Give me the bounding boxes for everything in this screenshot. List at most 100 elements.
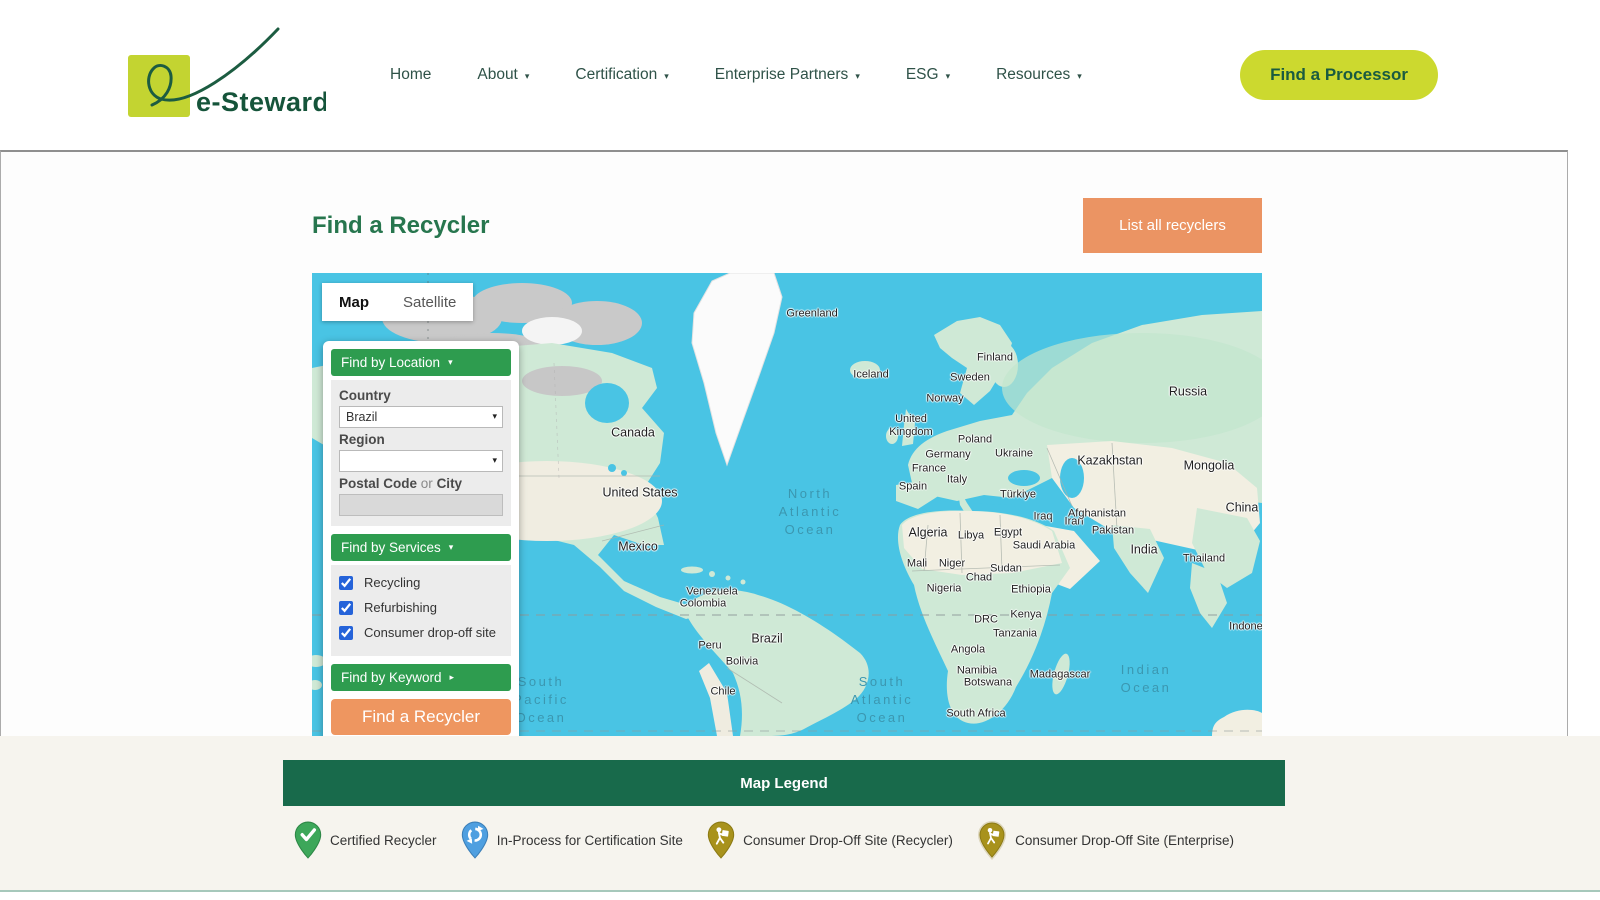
- gold-person-pin-icon: [707, 821, 735, 859]
- footer-divider: [0, 890, 1600, 892]
- find-by-location-toggle[interactable]: Find by Location ▾: [331, 349, 511, 376]
- country-select-value: Brazil: [346, 410, 377, 424]
- service-row-recycling: Recycling: [339, 571, 503, 594]
- map-label-t-rkiye: Türkiye: [1000, 489, 1036, 502]
- page-title: Find a Recycler: [312, 212, 489, 240]
- map-label-kenya: Kenya: [1010, 609, 1041, 622]
- nav-about[interactable]: About▾: [477, 66, 529, 84]
- map-label-ukraine: Ukraine: [995, 448, 1033, 461]
- map-label-russia: Russia: [1169, 386, 1207, 399]
- map-label-botswana: Botswana: [964, 677, 1012, 690]
- map-label-sudan: Sudan: [990, 563, 1022, 576]
- map-label-mexico: Mexico: [618, 541, 658, 554]
- map-label-united-states: United States: [602, 487, 677, 500]
- map-label-madagascar: Madagascar: [1030, 669, 1091, 682]
- legend-items-row: Certified Recycler In-Process for Certif…: [294, 820, 1234, 860]
- map-label-ethiopia: Ethiopia: [1011, 584, 1051, 597]
- map-label-egypt: Egypt: [994, 527, 1022, 540]
- map-label-north-atlantic-ocean: North Atlantic Ocean: [779, 485, 842, 539]
- world-map[interactable]: GreenlandIcelandFinlandSwedenNorwayRussi…: [312, 273, 1262, 736]
- consumer-dropoff-checkbox[interactable]: [339, 626, 353, 640]
- postal-city-input[interactable]: [339, 494, 503, 516]
- map-label-indonesia: Indonesia: [1229, 621, 1262, 634]
- site-header: e-Stewards Home About▾ Certification▾ En…: [0, 0, 1600, 150]
- consumer-dropoff-label: Consumer drop-off site: [364, 625, 496, 640]
- map-label-niger: Niger: [939, 558, 965, 571]
- map-label-france: France: [912, 463, 946, 476]
- main-nav: Home About▾ Certification▾ Enterprise Pa…: [390, 66, 1082, 84]
- map-label-italy: Italy: [947, 474, 967, 487]
- e-stewards-logo[interactable]: e-Stewards: [126, 25, 326, 126]
- chevron-down-icon: ▾: [664, 71, 669, 82]
- legend-label: In-Process for Certification Site: [497, 833, 683, 848]
- map-label-mongolia: Mongolia: [1184, 460, 1235, 473]
- legend-item-dropoff-recycler: Consumer Drop-Off Site (Recycler): [707, 821, 953, 859]
- map-type-control: Map Satellite: [322, 283, 473, 321]
- service-row-dropoff: Consumer drop-off site: [339, 621, 503, 644]
- country-label: Country: [339, 388, 503, 403]
- recycling-checkbox[interactable]: [339, 576, 353, 590]
- content-area: Find a Recycler List all recyclers: [0, 150, 1568, 736]
- region-select[interactable]: ▾: [339, 450, 503, 472]
- map-label-brazil: Brazil: [751, 633, 782, 646]
- logo-graphic: e-Stewards: [126, 25, 326, 121]
- nav-enterprise-partners[interactable]: Enterprise Partners▾: [715, 66, 860, 84]
- map-label-united-kingdom: United Kingdom: [889, 413, 932, 439]
- chevron-down-icon: ▾: [525, 71, 530, 82]
- map-label-canada: Canada: [611, 427, 655, 440]
- brand-name: e-Stewards: [196, 87, 326, 117]
- map-label-chad: Chad: [966, 572, 992, 585]
- map-view-button[interactable]: Map: [322, 283, 386, 321]
- recycler-search-panel: Find by Location ▾ Country Brazil ▾ Regi…: [323, 341, 519, 736]
- map-label-south-atlantic-ocean: South Atlantic Ocean: [851, 673, 914, 727]
- map-label-thailand: Thailand: [1183, 553, 1225, 566]
- nav-resources[interactable]: Resources▾: [996, 66, 1082, 84]
- map-legend-title-bar: Map Legend: [283, 760, 1285, 806]
- chevron-down-icon: ▾: [1077, 71, 1082, 82]
- find-a-recycler-submit-button[interactable]: Find a Recycler: [331, 699, 511, 735]
- map-label-peru: Peru: [698, 640, 721, 653]
- map-label-saudi-arabia: Saudi Arabia: [1013, 540, 1075, 553]
- legend-item-certified-recycler: Certified Recycler: [294, 821, 437, 859]
- list-all-recyclers-button[interactable]: List all recyclers: [1083, 198, 1262, 253]
- blue-refresh-pin-icon: [461, 821, 489, 859]
- map-label-indian-ocean: Indian Ocean: [1121, 661, 1172, 697]
- find-a-processor-button[interactable]: Find a Processor: [1240, 50, 1438, 100]
- map-label-greenland: Greenland: [786, 308, 837, 321]
- chevron-down-icon: ▾: [492, 411, 497, 422]
- map-label-pakistan: Pakistan: [1092, 525, 1134, 538]
- map-label-chile: Chile: [710, 686, 735, 699]
- legend-label: Certified Recycler: [330, 833, 437, 848]
- nav-certification[interactable]: Certification▾: [575, 66, 668, 84]
- map-label-spain: Spain: [899, 481, 927, 494]
- legend-label: Consumer Drop-Off Site (Recycler): [743, 833, 953, 848]
- map-label-bolivia: Bolivia: [726, 656, 758, 669]
- map-label-south-africa: South Africa: [946, 708, 1005, 721]
- country-select[interactable]: Brazil ▾: [339, 406, 503, 428]
- postal-city-label: Postal Code or City: [339, 476, 503, 491]
- nav-esg[interactable]: ESG▾: [906, 66, 950, 84]
- find-by-services-toggle[interactable]: Find by Services ▾: [331, 534, 511, 561]
- map-label-norway: Norway: [926, 393, 963, 406]
- nav-home[interactable]: Home: [390, 66, 431, 84]
- refurbishing-checkbox[interactable]: [339, 601, 353, 615]
- legend-label: Consumer Drop-Off Site (Enterprise): [1015, 833, 1234, 848]
- map-label-algeria: Algeria: [909, 527, 948, 540]
- map-label-afghanistan: Afghanistan: [1068, 508, 1126, 521]
- location-fields: Country Brazil ▾ Region ▾ Postal Code or…: [331, 380, 511, 526]
- find-by-keyword-toggle[interactable]: Find by Keyword ▸: [331, 664, 511, 691]
- map-label-south-pacific-ocean: South Pacific Ocean: [513, 673, 569, 727]
- map-label-poland: Poland: [958, 434, 992, 447]
- map-legend-title: Map Legend: [740, 775, 828, 792]
- map-label-iceland: Iceland: [853, 369, 888, 382]
- chevron-down-icon: ▾: [946, 71, 951, 82]
- legend-item-dropoff-enterprise: Consumer Drop-Off Site (Enterprise): [977, 820, 1234, 860]
- map-label-sweden: Sweden: [950, 372, 990, 385]
- satellite-view-button[interactable]: Satellite: [386, 283, 473, 321]
- chevron-down-icon: ▾: [448, 357, 453, 368]
- recycling-label: Recycling: [364, 575, 420, 590]
- map-label-drc: DRC: [974, 614, 998, 627]
- map-label-india: India: [1130, 544, 1157, 557]
- services-fields: Recycling Refurbishing Consumer drop-off…: [331, 565, 511, 656]
- legend-item-in-process: In-Process for Certification Site: [461, 821, 683, 859]
